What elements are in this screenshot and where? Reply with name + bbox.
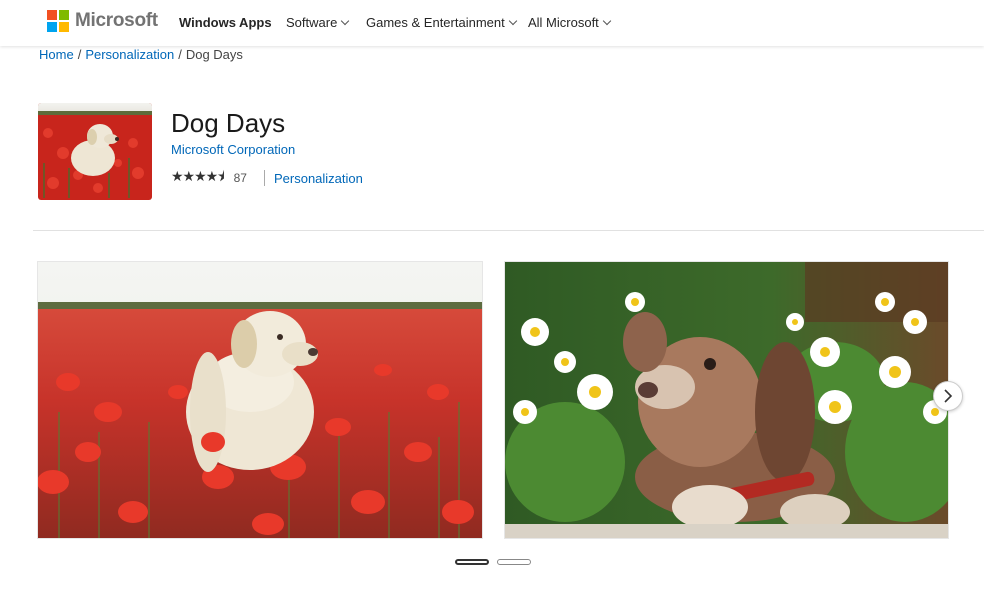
breadcrumb-current: Dog Days	[185, 47, 243, 62]
carousel-indicators	[455, 559, 531, 565]
breadcrumb-category-link[interactable]: Personalization	[85, 47, 174, 62]
publisher-link[interactable]: Microsoft Corporation	[171, 142, 295, 157]
breadcrumb-home-link[interactable]: Home	[39, 47, 74, 62]
nav-label: Windows Apps	[179, 15, 272, 30]
nav-windows-apps[interactable]: Windows Apps	[179, 15, 272, 30]
breadcrumb-separator: /	[77, 47, 82, 62]
top-navigation-bar: Microsoft Windows Apps Software Games & …	[0, 0, 984, 46]
breadcrumb: Home / Personalization / Dog Days	[39, 47, 243, 62]
rating-count: 87	[233, 171, 247, 185]
section-divider	[33, 230, 984, 231]
chevron-down-icon	[341, 16, 350, 25]
carousel-dot-1[interactable]	[455, 559, 489, 565]
microsoft-logo-icon	[47, 10, 69, 32]
divider	[263, 170, 265, 186]
screenshot-1[interactable]	[37, 261, 483, 539]
microsoft-logo-link[interactable]: Microsoft	[47, 10, 158, 32]
nav-software[interactable]: Software	[286, 15, 350, 30]
nav-label: All Microsoft	[528, 15, 599, 30]
nav-label: Software	[286, 15, 338, 30]
chevron-down-icon	[508, 16, 517, 25]
carousel-dot-2[interactable]	[497, 559, 531, 565]
rating-row: ★★★★⯨ 87 Personalization	[171, 166, 363, 190]
brand-name: Microsoft	[75, 10, 158, 31]
nav-games-entertainment[interactable]: Games & Entertainment	[366, 15, 517, 30]
app-icon-image	[38, 103, 152, 200]
nav-label: Games & Entertainment	[366, 15, 505, 30]
chevron-right-icon	[944, 389, 953, 403]
screenshot-2[interactable]	[504, 261, 949, 539]
chevron-down-icon	[602, 16, 612, 25]
star-rating-icon: ★★★★⯨	[171, 168, 225, 184]
breadcrumb-separator: /	[178, 47, 182, 62]
category-link[interactable]: Personalization	[274, 171, 363, 186]
app-title: Dog Days	[171, 108, 286, 138]
carousel-next-button[interactable]	[933, 381, 963, 411]
nav-all-microsoft[interactable]: All Microsoft	[528, 15, 612, 30]
